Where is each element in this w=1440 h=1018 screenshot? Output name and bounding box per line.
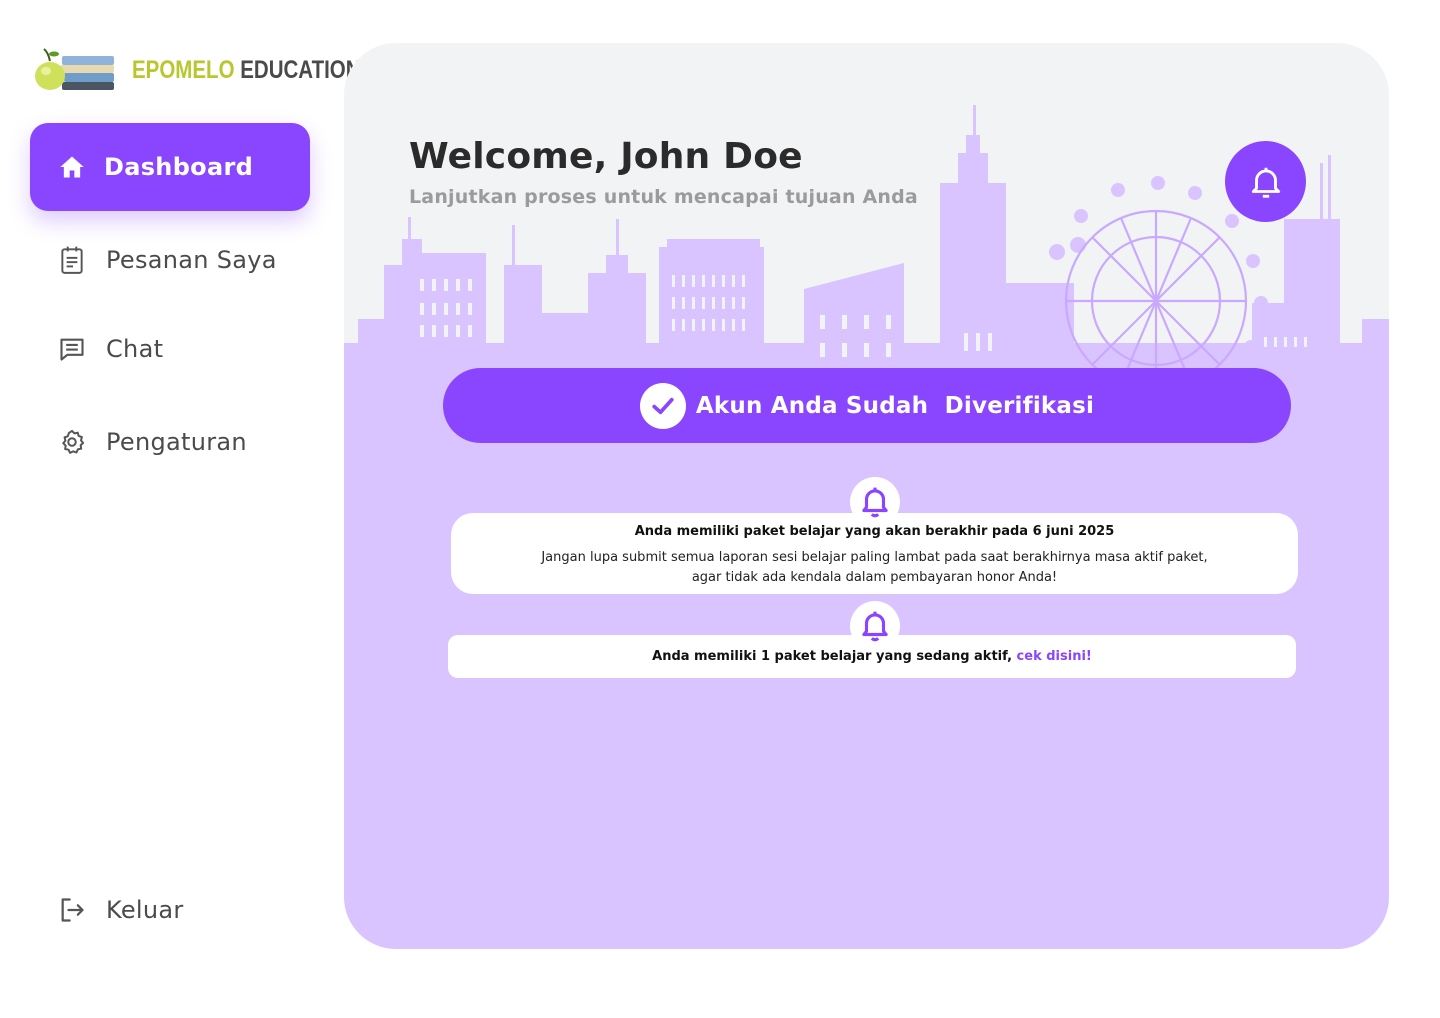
sidebar-item-label: Dashboard: [104, 153, 254, 181]
check-circle-icon: [639, 382, 686, 429]
notification-title: Anda memiliki 1 paket belajar yang sedan…: [448, 649, 1296, 664]
pear-books-icon: [35, 48, 114, 90]
notification-badge: [850, 601, 900, 651]
sidebar-item-label: Pesanan Saya: [106, 246, 277, 274]
page-subtitle: Lanjutkan proses untuk mencapai tujuan A…: [409, 186, 918, 208]
sidebar-item-pesanan-saya[interactable]: Pesanan Saya: [30, 216, 310, 304]
brand-name: EPOMELO EDUCATION: [132, 56, 361, 85]
notification-body-line: agar tidak ada kendala dalam pembayaran …: [691, 570, 1058, 585]
notification-badge: [850, 477, 900, 527]
sidebar-item-chat[interactable]: Chat: [30, 305, 310, 393]
bell-icon: [862, 487, 888, 518]
page-title: Welcome, John Doe: [409, 136, 803, 177]
brand-logo: EPOMELO EDUCATION: [32, 44, 361, 96]
gear-icon: [58, 428, 86, 456]
sidebar-item-pengaturan[interactable]: Pengaturan: [30, 398, 310, 486]
main-panel: Welcome, John Doe Lanjutkan proses untuk…: [344, 43, 1389, 949]
sidebar-item-label: Pengaturan: [106, 428, 247, 456]
sidebar-item-label: Chat: [106, 335, 164, 363]
bell-icon: [862, 611, 888, 642]
bell-icon: [1251, 167, 1280, 198]
verification-banner: Akun Anda Sudah Diverifikasi: [443, 368, 1291, 443]
notification-text: Anda memiliki 1 paket belajar yang sedan…: [652, 649, 1013, 664]
verification-label: Akun Anda Sudah Diverifikasi: [695, 392, 1095, 419]
notification-body-line: Jangan lupa submit semua laporan sesi be…: [541, 550, 1208, 565]
notifications-button[interactable]: [1225, 141, 1306, 222]
logout-icon: [58, 896, 86, 924]
sidebar-item-dashboard[interactable]: Dashboard: [30, 123, 310, 211]
chat-icon: [58, 335, 86, 363]
clipboard-icon: [58, 246, 86, 274]
city-skyline-illustration: [344, 105, 1389, 373]
brand-name-part1: EPOMELO: [132, 56, 235, 84]
cek-disini-link[interactable]: cek disini!: [1017, 649, 1092, 664]
notification-body: Jangan lupa submit semua laporan sesi be…: [451, 548, 1298, 588]
logout-label: Keluar: [106, 896, 184, 924]
logout-button[interactable]: Keluar: [30, 866, 310, 954]
home-icon: [58, 153, 86, 181]
brand-name-part2: EDUCATION: [240, 56, 361, 84]
